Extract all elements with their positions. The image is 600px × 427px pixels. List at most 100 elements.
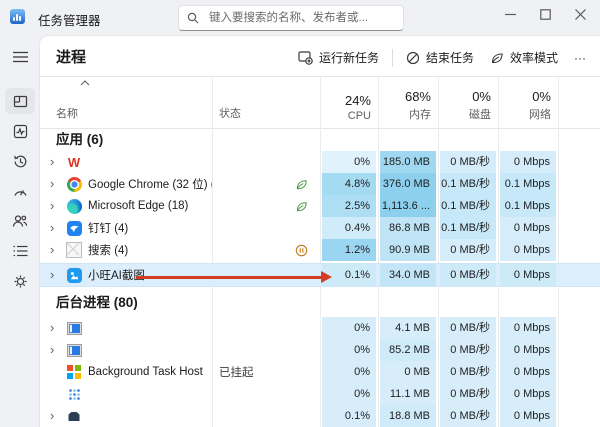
network-cell: 0 Mbps [498,217,558,239]
cpu-cell: 0% [320,383,378,405]
name-cell [40,405,212,427]
memory-cell: 86.8 MB [378,217,438,239]
console-window-icon [66,342,82,358]
column-header-name[interactable]: 名称 [40,76,212,128]
end-task-button[interactable]: 结束任务 [398,44,482,71]
disk-cell: 0.1 MB/秒 [438,217,498,239]
memory-cell: 85.2 MB [378,339,438,361]
performance-icon [13,124,28,139]
disk-cell: 0 MB/秒 [438,339,498,361]
process-table: 应用 (6) 0% 185.0 MB 0 MB/秒 0 Mbps Google … [40,128,600,427]
chevron-right-icon[interactable] [50,173,60,195]
sidebar-item-details[interactable] [5,238,35,264]
table-row[interactable]: 0.1% 18.8 MB 0 MB/秒 0 Mbps [40,405,600,427]
network-cell: 0 Mbps [498,264,558,286]
chevron-right-icon[interactable] [50,264,60,286]
column-header-memory[interactable]: 68% 内存 [378,76,438,128]
network-cell: 0 Mbps [498,339,558,361]
efficiency-mode-label: 效率模式 [510,49,558,66]
chevron-right-icon[interactable] [50,151,60,173]
search-box[interactable] [178,5,404,31]
close-button[interactable] [563,0,598,29]
network-cell: 0 Mbps [498,383,558,405]
chrome-icon [66,176,82,192]
chevron-right-icon[interactable] [50,405,60,427]
processes-icon [13,94,28,109]
search-icon [187,12,199,24]
search-input[interactable] [207,11,395,25]
sidebar-item-performance[interactable] [5,118,35,144]
column-header-network[interactable]: 0% 网络 [498,76,558,128]
hamburger-icon [13,51,28,63]
table-row[interactable]: Microsoft Edge (18) 2.5% 1,113.6 ... 0.1… [40,195,600,217]
column-header-cpu[interactable]: 24% CPU [320,76,378,128]
hamburger-menu-button[interactable] [5,44,35,70]
chevron-right-icon[interactable] [50,217,60,239]
name-cell: 钉钉 (4) [40,217,212,239]
network-cell: 0 Mbps [498,317,558,339]
table-row[interactable]: 0% 85.2 MB 0 MB/秒 0 Mbps [40,339,600,361]
sidebar-item-services[interactable] [5,268,35,294]
disk-cell: 0 MB/秒 [438,361,498,383]
sidebar-item-users[interactable] [5,208,35,234]
sidebar-item-startup-apps[interactable] [5,178,35,204]
cpu-cell: 0.1% [320,405,378,427]
table-row[interactable]: Google Chrome (32 位) (11) 4.8% 376.0 MB … [40,173,600,195]
services-gear-icon [13,274,28,289]
cpu-cell: 4.8% [320,173,378,195]
table-header: 名称 状态 24% CPU 68% 内存 0% 磁盘 0% 网络 [40,76,600,128]
table-row[interactable]: 0% 185.0 MB 0 MB/秒 0 Mbps [40,151,600,173]
cpu-total: 24% [345,93,371,108]
status-cell: 已挂起 [212,361,320,383]
table-row[interactable]: 搜索 (4) 1.2% 90.9 MB 0 MB/秒 0 Mbps [40,239,600,261]
minimize-button[interactable] [493,0,528,29]
process-name: Microsoft Edge (18) [88,200,188,212]
table-row[interactable]: 钉钉 (4) 0.4% 86.8 MB 0.1 MB/秒 0 Mbps [40,217,600,239]
efficiency-leaf-icon [295,178,308,191]
toolbar-divider [392,49,393,67]
sidebar-item-processes[interactable] [5,88,35,114]
status-cell [212,217,320,239]
memory-cell: 90.9 MB [378,239,438,261]
status-cell [212,383,320,405]
efficiency-mode-leaf-icon [490,51,504,65]
memory-total: 68% [405,89,431,104]
run-new-task-button[interactable]: 运行新任务 [290,44,387,71]
process-name: 钉钉 (4) [88,220,128,236]
more-options-button[interactable]: ··· [566,46,594,70]
suspended-pause-icon [295,244,308,257]
group-header-background[interactable]: 后台进程 (80) [40,293,600,313]
chevron-right-icon[interactable] [50,317,60,339]
disk-cell: 0.1 MB/秒 [438,195,498,217]
efficiency-mode-button[interactable]: 效率模式 [482,44,566,71]
table-row[interactable]: 0% 11.1 MB 0 MB/秒 0 Mbps [40,383,600,405]
chevron-right-icon[interactable] [50,339,60,361]
network-cell: 0.1 Mbps [498,173,558,195]
column-header-status[interactable]: 状态 [212,76,320,128]
table-row-selected[interactable]: 小旺AI截图 0.1% 34.0 MB 0 MB/秒 0 Mbps [40,263,600,287]
table-row[interactable]: 0% 4.1 MB 0 MB/秒 0 Mbps [40,317,600,339]
network-cell: 0 Mbps [498,361,558,383]
cpu-cell: 1.2% [320,239,378,261]
end-task-label: 结束任务 [426,49,474,66]
status-cell [212,317,320,339]
table-row[interactable]: Background Task Host 已挂起 0% 0 MB 0 MB/秒 … [40,361,600,383]
cpu-cell: 0% [320,151,378,173]
status-cell [212,195,320,217]
column-header-disk[interactable]: 0% 磁盘 [438,76,498,128]
chevron-right-icon[interactable] [50,195,60,217]
console-window-icon [66,320,82,336]
group-header-apps[interactable]: 应用 (6) [40,130,600,150]
cpu-cell: 2.5% [320,195,378,217]
sidebar-item-app-history[interactable] [5,148,35,174]
cpu-cell: 0.4% [320,217,378,239]
maximize-button[interactable] [528,0,563,29]
dingtalk-icon [66,220,82,236]
efficiency-leaf-icon [295,200,308,213]
name-cell: 小旺AI截图 [40,264,212,286]
name-cell [40,317,212,339]
name-cell: Background Task Host [40,361,212,383]
disk-cell: 0 MB/秒 [438,264,498,286]
chevron-right-icon[interactable] [50,239,60,261]
page-title: 进程 [56,46,86,67]
